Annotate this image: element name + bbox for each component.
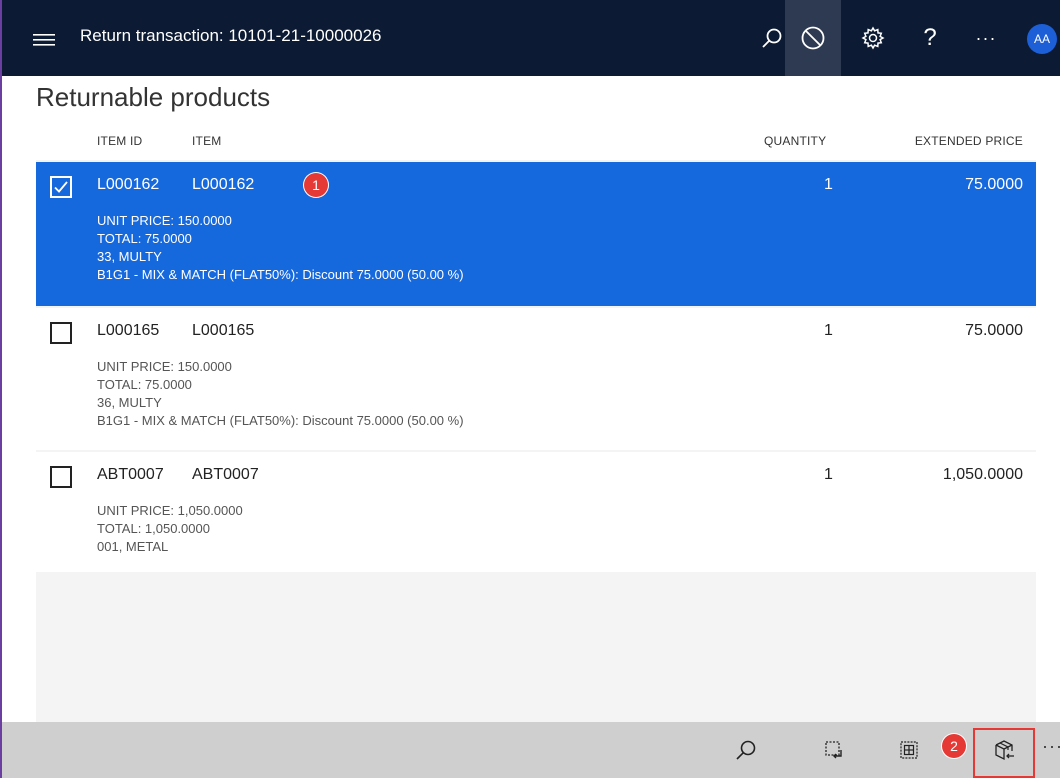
detail-total: TOTAL: 75.0000: [97, 377, 192, 392]
app-header: Return transaction: 10101-21-10000026 ? …: [2, 0, 1060, 76]
table-row[interactable]: ABT0007 ABT0007 1 1,050.0000 UNIT PRICE:…: [36, 452, 1036, 572]
column-header-item: ITEM: [192, 134, 222, 148]
checkmark-icon: [54, 181, 68, 193]
row-item-name: L000165: [192, 322, 255, 339]
bottom-more-button[interactable]: ···: [1042, 736, 1060, 757]
detail-total: TOTAL: 75.0000: [97, 231, 192, 246]
callout-badge-1: 1: [304, 173, 328, 197]
row-details: UNIT PRICE: 150.0000 TOTAL: 75.0000 33, …: [97, 212, 464, 284]
detail-unit-price: UNIT PRICE: 150.0000: [97, 359, 232, 374]
column-header-item-id: ITEM ID: [97, 134, 143, 148]
page-title: Returnable products: [36, 82, 271, 112]
search-icon: [762, 28, 782, 48]
help-button[interactable]: ?: [902, 0, 958, 76]
column-header-quantity: QUANTITY: [764, 134, 827, 148]
row-item-name: ABT0007: [192, 466, 259, 483]
avatar[interactable]: AA: [1027, 24, 1057, 54]
grid-icon: [900, 741, 918, 759]
row-checkbox[interactable]: [50, 176, 72, 198]
table-row[interactable]: L000162 L000162 1 75.0000 UNIT PRICE: 15…: [36, 162, 1036, 306]
detail-discount: B1G1 - MIX & MATCH (FLAT50%): Discount 7…: [97, 267, 464, 282]
settings-button[interactable]: [845, 0, 901, 76]
row-quantity: 1: [824, 466, 833, 483]
column-header-extended-price: EXTENDED PRICE: [914, 134, 1023, 148]
detail-variant: 001, METAL: [97, 539, 169, 554]
row-item-id: ABT0007: [97, 466, 164, 483]
bottom-app-bar: 2 ···: [2, 722, 1060, 778]
help-icon: ?: [923, 24, 937, 51]
callout-badge-2: 2: [942, 734, 966, 758]
row-details: UNIT PRICE: 150.0000 TOTAL: 75.0000 36, …: [97, 358, 464, 430]
return-products-button[interactable]: [982, 728, 1026, 772]
row-quantity: 1: [824, 322, 833, 339]
row-extended-price: 1,050.0000: [942, 466, 1023, 483]
row-quantity: 1: [824, 176, 833, 193]
cancel-icon: [801, 26, 825, 50]
select-return-icon: [825, 741, 842, 759]
window-title: Return transaction: 10101-21-10000026: [80, 26, 382, 45]
detail-unit-price: UNIT PRICE: 1,050.0000: [97, 503, 243, 518]
cancel-button[interactable]: [785, 0, 841, 76]
table-row[interactable]: L000165 L000165 1 75.0000 UNIT PRICE: 15…: [36, 308, 1036, 450]
row-item-id: L000165: [97, 322, 160, 339]
return-products-icon: [995, 740, 1014, 761]
detail-total: TOTAL: 1,050.0000: [97, 521, 210, 536]
row-extended-price: 75.0000: [965, 322, 1023, 339]
list-header: ITEM ID ITEM QUANTITY EXTENDED PRICE: [36, 122, 1036, 160]
select-return-button[interactable]: [812, 728, 856, 772]
more-options-button[interactable]: ···: [958, 0, 1014, 76]
row-extended-price: 75.0000: [965, 176, 1023, 193]
row-checkbox[interactable]: [50, 466, 72, 488]
detail-discount: B1G1 - MIX & MATCH (FLAT50%): Discount 7…: [97, 413, 464, 428]
menu-icon: [33, 34, 55, 46]
more-icon: ···: [975, 27, 997, 48]
search-icon: [736, 740, 756, 760]
grid-view-button[interactable]: [887, 728, 931, 772]
row-item-id: L000162: [97, 176, 160, 193]
row-item-name: L000162: [192, 176, 255, 193]
menu-button[interactable]: [24, 20, 64, 60]
returnable-products-list: ITEM ID ITEM QUANTITY EXTENDED PRICE L00…: [36, 122, 1036, 722]
row-checkbox[interactable]: [50, 322, 72, 344]
gear-icon: [861, 26, 885, 50]
bottom-search-button[interactable]: [724, 728, 768, 772]
detail-variant: 36, MULTY: [97, 395, 162, 410]
detail-unit-price: UNIT PRICE: 150.0000: [97, 213, 232, 228]
row-details: UNIT PRICE: 1,050.0000 TOTAL: 1,050.0000…: [97, 502, 243, 556]
detail-variant: 33, MULTY: [97, 249, 162, 264]
